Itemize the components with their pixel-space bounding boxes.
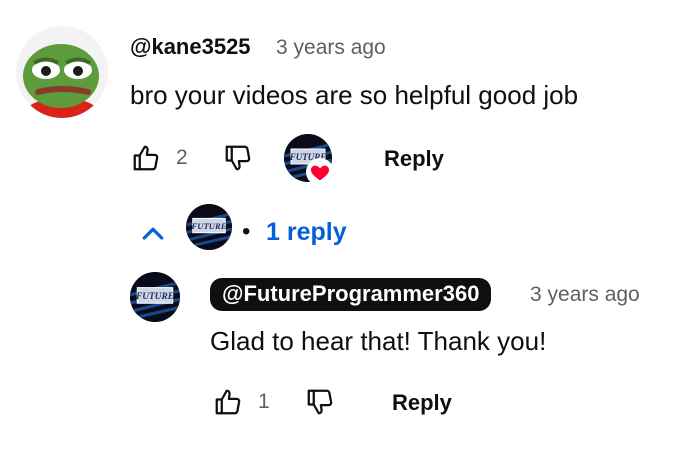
dislike-icon xyxy=(307,389,333,415)
svg-text:FUTURE: FUTURE xyxy=(191,221,227,231)
comment-author-handle[interactable]: @kane3525 xyxy=(130,34,251,60)
replier-mini-avatar: FUTURE xyxy=(186,204,232,250)
reply-author-avatar[interactable]: FUTURE xyxy=(130,272,180,322)
comment-reply-button[interactable]: Reply xyxy=(384,146,444,172)
heart-icon xyxy=(310,165,330,181)
reply-text: Glad to hear that! Thank you! xyxy=(210,326,547,356)
commenter-avatar[interactable] xyxy=(16,26,108,118)
reply-timestamp[interactable]: 3 years ago xyxy=(530,283,640,307)
like-button[interactable] xyxy=(124,136,168,180)
comment-timestamp[interactable]: 3 years ago xyxy=(276,36,386,60)
svg-text:FUTURE: FUTURE xyxy=(135,292,174,302)
dislike-icon xyxy=(225,145,251,171)
collapse-replies-button[interactable] xyxy=(136,216,170,250)
comment-text: bro your videos are so helpful good job xyxy=(130,80,579,110)
replies-toggle-label[interactable]: 1 reply xyxy=(266,218,347,247)
reply-author-handle[interactable]: @FutureProgrammer360 xyxy=(210,278,492,311)
replies-separator: • xyxy=(242,218,251,245)
reply-like-button[interactable] xyxy=(206,380,250,424)
reply-reply-button[interactable]: Reply xyxy=(392,390,452,416)
like-count: 2 xyxy=(176,146,188,169)
heart-badge xyxy=(306,158,334,186)
chevron-up-icon xyxy=(142,227,164,240)
reply-dislike-button[interactable] xyxy=(298,380,342,424)
like-icon xyxy=(215,389,241,415)
dislike-button[interactable] xyxy=(216,136,260,180)
like-icon xyxy=(133,145,159,171)
reply-like-count: 1 xyxy=(258,390,270,413)
